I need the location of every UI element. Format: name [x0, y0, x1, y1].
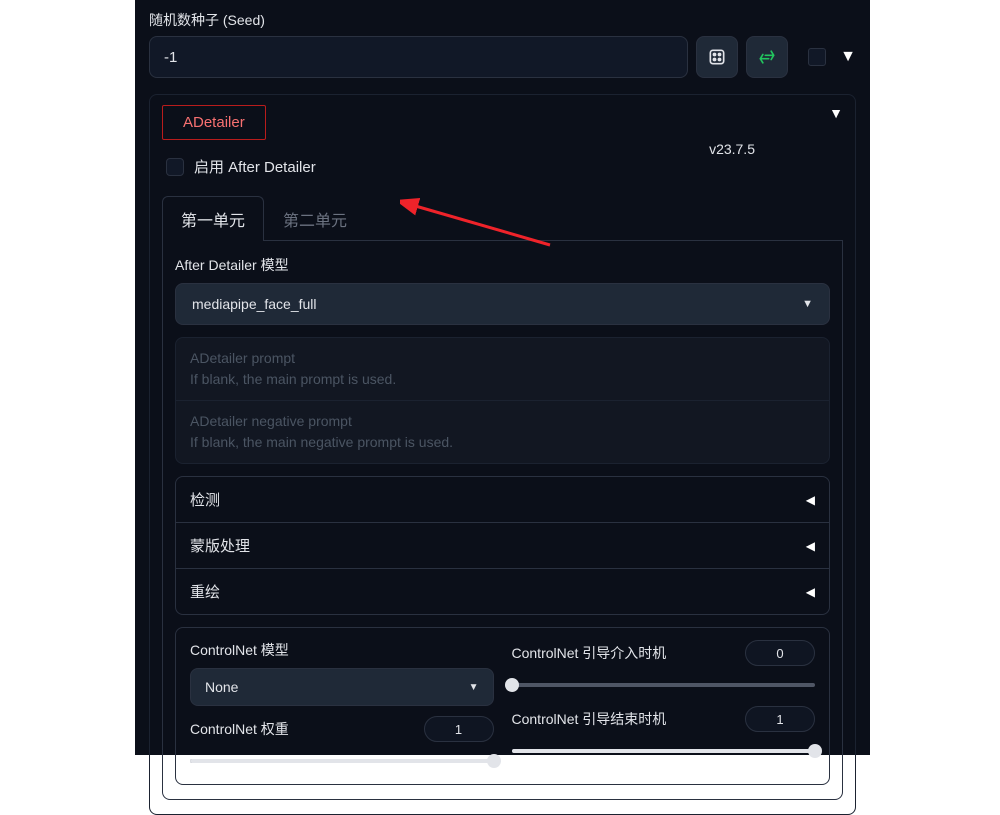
accordion-detection[interactable]: 检测 ◀: [176, 477, 829, 522]
seed-input[interactable]: [149, 36, 688, 78]
dice-icon: [707, 47, 727, 67]
chevron-down-icon: ▼: [469, 682, 479, 693]
accordion-inpaint[interactable]: 重绘 ◀: [176, 568, 829, 614]
random-seed-button[interactable]: [696, 36, 738, 78]
adetailer-version: v23.7.5: [709, 141, 755, 157]
caret-left-icon: ◀: [806, 493, 815, 507]
accordion-mask[interactable]: 蒙版处理 ◀: [176, 522, 829, 568]
tab-unit-1[interactable]: 第一单元: [162, 196, 264, 241]
adetailer-section: ADetailer ▼ v23.7.5 启用 After Detailer 第一…: [149, 94, 856, 815]
cn-weight-label: ControlNet 权重: [190, 719, 289, 739]
caret-left-icon: ◀: [806, 539, 815, 553]
cn-end-label: ControlNet 引导结束时机: [512, 709, 667, 729]
tab-body: After Detailer 模型 mediapipe_face_full ▼ …: [162, 241, 843, 800]
options-accordion: 检测 ◀ 蒙版处理 ◀ 重绘 ◀: [175, 476, 830, 615]
adetailer-title: ADetailer: [162, 105, 266, 140]
cn-end-value[interactable]: 1: [745, 706, 815, 732]
cn-start-value[interactable]: 0: [745, 640, 815, 666]
seed-extras-toggle[interactable]: ▼: [840, 48, 856, 66]
model-select[interactable]: mediapipe_face_full ▼: [175, 283, 830, 325]
seed-label: 随机数种子 (Seed): [149, 10, 856, 30]
cn-model-label: ControlNet 模型: [190, 640, 289, 660]
chevron-down-icon: ▼: [802, 298, 813, 310]
adetailer-tabs: 第一单元 第二单元: [162, 195, 843, 241]
settings-panel: 随机数种子 (Seed) ▼ ADetailer ▼ v23.7.5: [135, 0, 870, 755]
model-label: After Detailer 模型: [175, 255, 830, 275]
adetailer-collapse-toggle[interactable]: ▼: [829, 105, 843, 121]
reuse-seed-button[interactable]: [746, 36, 788, 78]
cn-weight-value[interactable]: 1: [424, 716, 494, 742]
cn-start-label: ControlNet 引导介入时机: [512, 643, 667, 663]
cn-start-slider[interactable]: [512, 678, 816, 692]
model-select-value: mediapipe_face_full: [192, 296, 317, 312]
controlnet-block: ControlNet 模型 None ▼ ControlNet 权重 1: [175, 627, 830, 785]
adetailer-negative-prompt-input[interactable]: ADetailer negative prompt If blank, the …: [176, 400, 829, 463]
prompt-group: ADetailer prompt If blank, the main prom…: [175, 337, 830, 464]
enable-adetailer-checkbox[interactable]: [166, 158, 184, 176]
tab-unit-2[interactable]: 第二单元: [264, 196, 366, 241]
cn-model-select[interactable]: None ▼: [190, 668, 494, 706]
recycle-icon: [757, 47, 777, 67]
seed-row: ▼: [149, 36, 856, 78]
enable-adetailer-label: 启用 After Detailer: [194, 156, 316, 177]
cn-end-slider[interactable]: [512, 744, 816, 758]
seed-extras-checkbox[interactable]: [808, 48, 826, 66]
adetailer-prompt-input[interactable]: ADetailer prompt If blank, the main prom…: [176, 338, 829, 400]
caret-left-icon: ◀: [806, 585, 815, 599]
cn-weight-slider[interactable]: [190, 754, 494, 768]
